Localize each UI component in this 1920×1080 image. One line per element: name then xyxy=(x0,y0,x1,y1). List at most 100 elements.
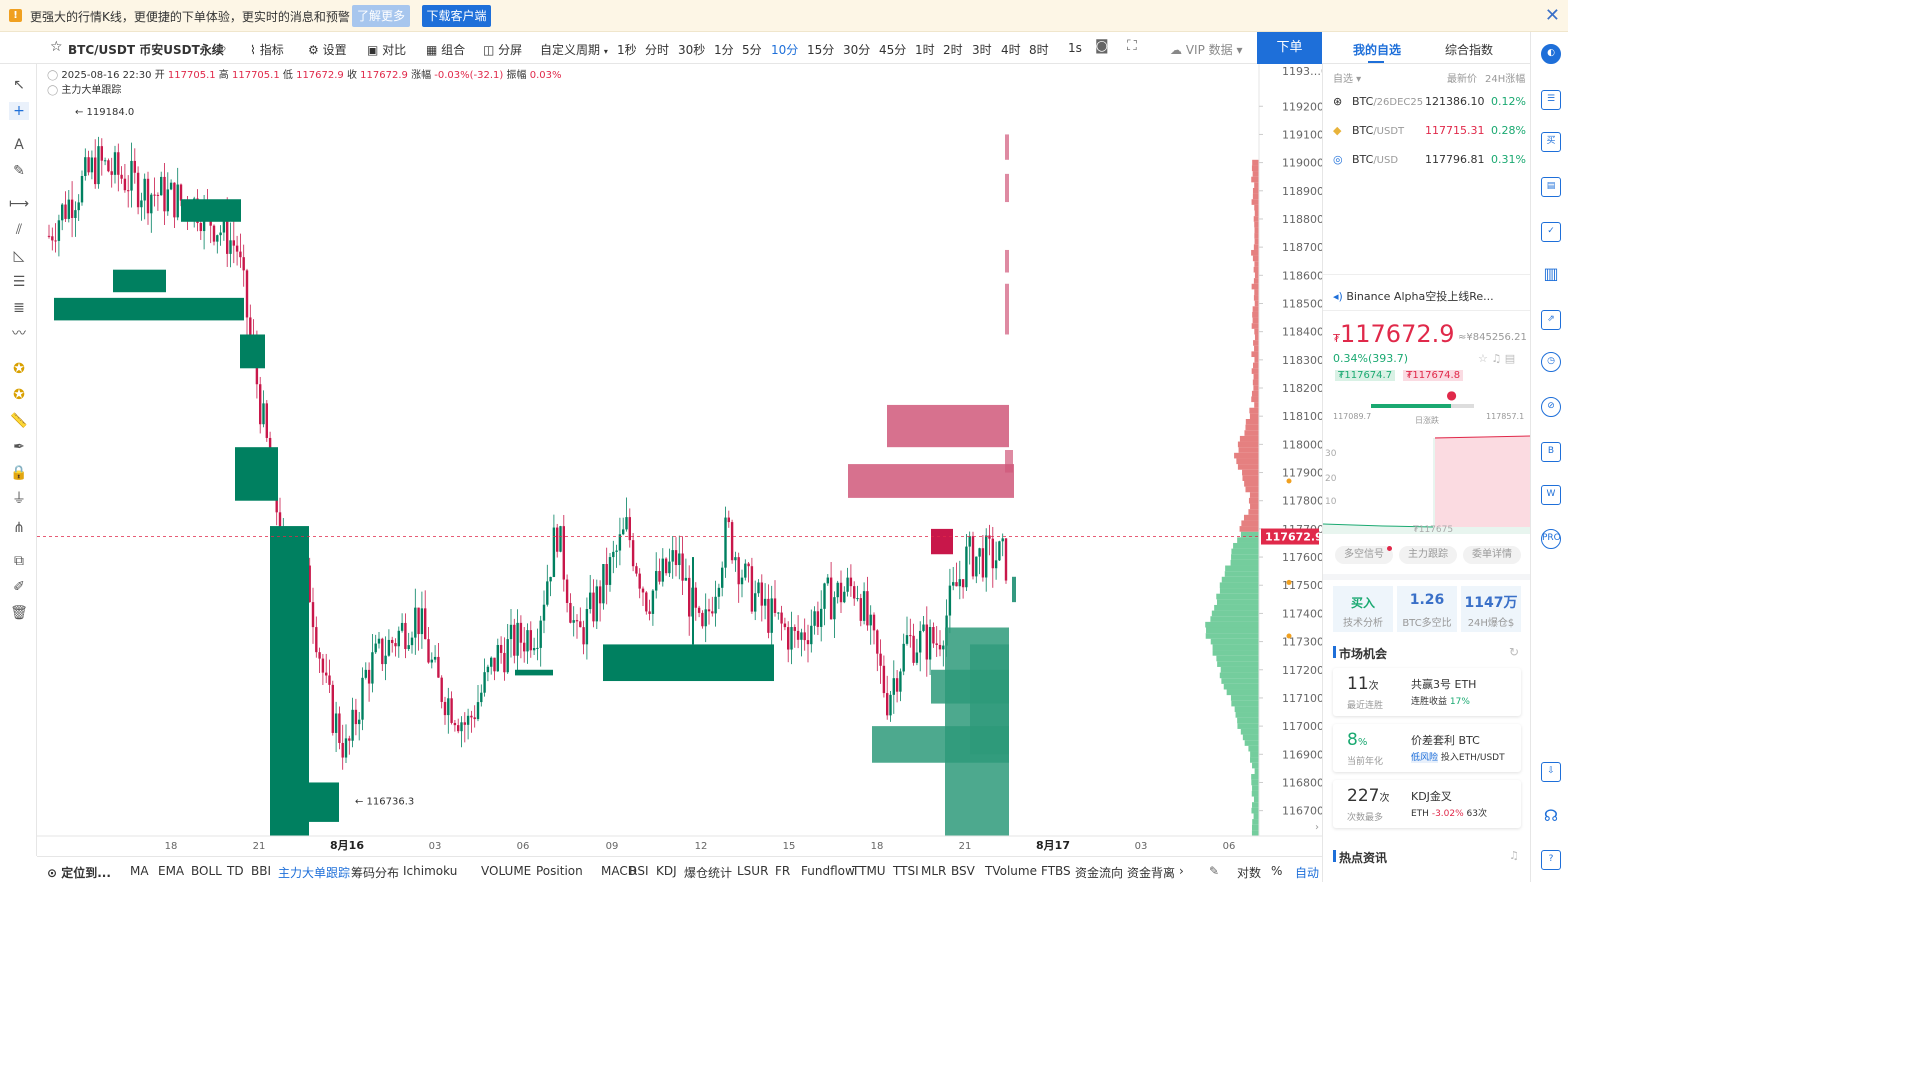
edit-list-icon[interactable]: ✐ xyxy=(9,578,29,596)
triangle-icon[interactable]: ◺ xyxy=(9,247,29,265)
period-10[interactable]: 2时 xyxy=(943,41,963,58)
indicator-24[interactable]: 资金背离 xyxy=(1127,864,1175,881)
news-ticker[interactable]: ◂) Binance Alpha空投上线Re... xyxy=(1333,288,1494,304)
wave-icon[interactable]: 〰 xyxy=(9,325,29,343)
log-toggle[interactable]: 对数 xyxy=(1237,864,1261,881)
close-icon[interactable]: ✕ xyxy=(1545,5,1560,26)
trash-icon[interactable]: 🗑 xyxy=(9,604,29,622)
app-icon[interactable]: ◐ xyxy=(1541,44,1561,64)
period-9[interactable]: 1时 xyxy=(915,41,935,58)
indicator-16[interactable]: Fundflow xyxy=(801,864,855,878)
learn-more-button[interactable]: 了解更多 xyxy=(352,5,410,27)
indicator-20[interactable]: BSV xyxy=(951,864,975,878)
tech-analysis-card[interactable]: 买入 技术分析 xyxy=(1333,586,1393,632)
vip-data-button[interactable]: ☁ VIP 数据 ▾ xyxy=(1170,41,1242,58)
star-icon[interactable]: ☆ xyxy=(50,39,63,55)
period-7[interactable]: 30分 xyxy=(843,41,870,58)
book-icon[interactable]: B xyxy=(1541,442,1561,462)
indicator-11[interactable]: RSI xyxy=(629,864,649,878)
indicator-5[interactable]: 主力大单跟踪 xyxy=(278,864,350,881)
locate-button[interactable]: ⊙ 定位到... xyxy=(47,864,111,881)
watchlist-icon[interactable]: ☰ xyxy=(1541,90,1561,110)
indicator-23[interactable]: 资金流向 xyxy=(1075,864,1123,881)
period-4[interactable]: 5分 xyxy=(742,41,762,58)
period-6[interactable]: 15分 xyxy=(807,41,834,58)
split-button[interactable]: ◫ 分屏 xyxy=(483,41,522,58)
copy-icon[interactable]: ⧉ xyxy=(9,552,29,570)
chart-svg[interactable]: 119200.0 119100.0 119000.0 118900.0 118800.0… xyxy=(37,64,1335,856)
fib-icon[interactable]: ≣ xyxy=(9,299,29,317)
period-13[interactable]: 8时 xyxy=(1029,41,1049,58)
long-short-ratio-card[interactable]: 1.26 BTC多空比 xyxy=(1397,586,1457,632)
auto-toggle[interactable]: 自动 xyxy=(1295,864,1319,881)
period-5[interactable]: 10分 xyxy=(771,41,798,58)
chart-icon[interactable]: ▤ xyxy=(1541,177,1561,197)
indicator-1[interactable]: EMA xyxy=(158,864,184,878)
clock-icon[interactable]: ◷ xyxy=(1541,352,1561,372)
help-icon[interactable]: ? xyxy=(1541,850,1561,870)
search-icon[interactable]: ⌕ xyxy=(220,41,227,56)
main-tracking-button[interactable]: 主力跟踪 xyxy=(1399,546,1457,564)
combine-button[interactable]: ▦ 组合 xyxy=(426,41,465,58)
wiki-icon[interactable]: W xyxy=(1541,485,1561,505)
indicator-18[interactable]: TTSI xyxy=(893,864,919,878)
fullscreen-icon[interactable]: ⛶ xyxy=(1127,38,1137,54)
brush-icon[interactable]: ✎ xyxy=(9,162,29,180)
compare-button[interactable]: ▣ 对比 xyxy=(367,41,406,58)
indicator-3[interactable]: TD xyxy=(227,864,244,878)
symbol-title[interactable]: BTC/USDT 币安USDT永续 xyxy=(68,41,224,58)
liquidation-card[interactable]: 1147万 24H爆仓$ xyxy=(1461,586,1521,632)
line-tool-icon[interactable]: ⟼ xyxy=(9,195,29,213)
parallel-channel-icon[interactable]: ☰ xyxy=(9,273,29,291)
indicator-21[interactable]: TVolume xyxy=(985,864,1037,878)
camera-icon[interactable]: ◙ xyxy=(1095,38,1109,54)
toggle-circle-icon[interactable]: ◯ xyxy=(47,85,58,96)
period-8[interactable]: 45分 xyxy=(879,41,906,58)
interval-label[interactable]: 1s xyxy=(1068,41,1082,55)
lock-icon[interactable]: 🔒 xyxy=(9,464,29,482)
ruler-icon[interactable]: 📏 xyxy=(9,412,29,430)
indicator-17[interactable]: TTMU xyxy=(852,864,886,878)
bell-icon[interactable]: ♫ xyxy=(1509,849,1519,862)
pen-icon[interactable]: ✒ xyxy=(9,438,29,456)
period-3[interactable]: 1分 xyxy=(714,41,734,58)
indicator-6[interactable]: 筹码分布 xyxy=(351,864,399,881)
period-0[interactable]: 1秒 xyxy=(617,41,637,58)
download-client-button[interactable]: 下载客户端 xyxy=(422,5,491,27)
text-tool-icon[interactable]: A xyxy=(9,136,29,154)
order-detail-button[interactable]: 委单详情 xyxy=(1463,546,1521,564)
tab-watchlist[interactable]: 我的自选 xyxy=(1353,41,1401,58)
cursor-icon[interactable]: ↖ xyxy=(9,76,29,94)
pro-icon[interactable]: PRO xyxy=(1541,529,1561,549)
filter-icon[interactable]: ⏚ xyxy=(9,490,29,508)
crosshair-icon[interactable]: + xyxy=(9,102,29,120)
tab-index[interactable]: 综合指数 xyxy=(1445,41,1493,58)
download-icon[interactable]: ⇩ xyxy=(1541,762,1561,782)
watchlist-group-dropdown[interactable]: 自选 ▾ xyxy=(1333,70,1361,85)
headset-icon[interactable]: ☊ xyxy=(1541,807,1561,827)
bar-chart-icon[interactable]: ▥ xyxy=(1541,265,1561,285)
opportunity-card[interactable]: 8% 当前年化 价差套利 BTC 低风险 投入ETH/USDT xyxy=(1333,724,1521,772)
period-2[interactable]: 30秒 xyxy=(678,41,705,58)
magnet-icon[interactable]: ⋔ xyxy=(9,519,29,537)
opportunity-card[interactable]: 227次 次数最多 KDJ金叉 ETH -3.02% 63次 xyxy=(1333,780,1521,828)
period-11[interactable]: 3时 xyxy=(972,41,992,58)
indicator-9[interactable]: Position xyxy=(536,864,583,878)
indicator-2[interactable]: BOLL xyxy=(191,864,222,878)
watchlist-row[interactable]: ◎ BTC/USD 117796.81 0.31% xyxy=(1323,152,1530,174)
buy-icon[interactable]: 买 xyxy=(1541,132,1561,152)
trend-line-icon[interactable]: ⫽ xyxy=(9,221,29,239)
indicator-button[interactable]: ⌇ 指标 xyxy=(250,41,284,58)
chevron-right-icon[interactable]: › xyxy=(1179,864,1184,878)
watchlist-row[interactable]: ◆ BTC/USDT 117715.31 0.28% xyxy=(1323,123,1530,145)
indicator-14[interactable]: LSUR xyxy=(737,864,768,878)
indicator-8[interactable]: VOLUME xyxy=(481,864,531,878)
opportunity-card[interactable]: 11次 最近连胜 共赢3号 ETH 连胜收益 17% xyxy=(1333,668,1521,716)
indicator-13[interactable]: 爆仓统计 xyxy=(684,864,732,881)
refresh-icon[interactable]: ↻ xyxy=(1509,645,1519,659)
indicator-19[interactable]: MLR xyxy=(921,864,946,878)
period-12[interactable]: 4时 xyxy=(1001,41,1021,58)
custom-period-dropdown[interactable]: 自定义周期 ▾ xyxy=(540,41,608,58)
pattern-icon[interactable]: ✪ xyxy=(9,360,29,378)
percent-toggle[interactable]: % xyxy=(1271,864,1282,878)
